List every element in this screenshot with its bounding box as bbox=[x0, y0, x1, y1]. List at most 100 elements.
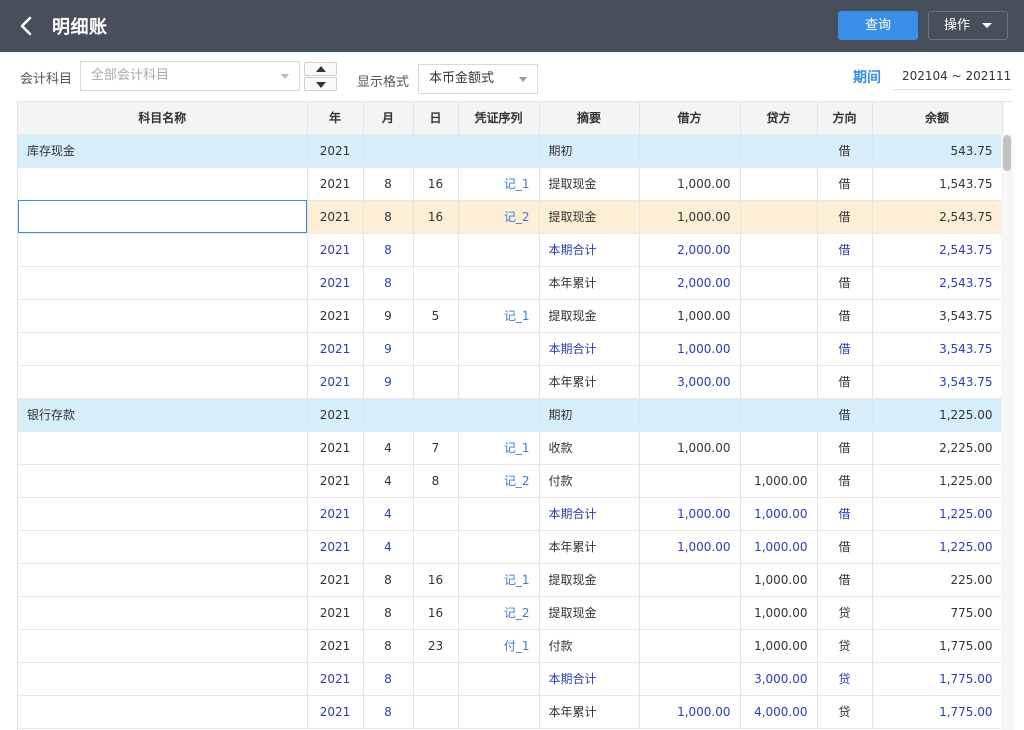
column-header[interactable]: 日 bbox=[413, 102, 459, 135]
account-select[interactable]: 全部会计科目 bbox=[80, 61, 300, 91]
table-row[interactable]: 2021 9 5 记_1 提取现金 1,000.00 借 3,543.75 bbox=[18, 299, 1003, 333]
column-header[interactable]: 凭证序列 bbox=[458, 102, 540, 135]
voucher-link[interactable]: 记_1 bbox=[504, 309, 530, 323]
voucher-link[interactable]: 记_1 bbox=[504, 573, 530, 587]
year-cell: 2021 bbox=[307, 233, 364, 267]
table-row[interactable]: 2021 4 7 记_1 收款 1,000.00 借 2,225.00 bbox=[18, 431, 1003, 465]
vertical-scrollbar-thumb[interactable] bbox=[1003, 135, 1011, 171]
query-button[interactable]: 查询 bbox=[838, 11, 918, 40]
voucher-cell: 付_1 bbox=[458, 629, 540, 663]
credit-cell: 1,000.00 bbox=[740, 563, 818, 597]
account-placeholder: 全部会计科目 bbox=[91, 68, 170, 83]
year-cell: 2021 bbox=[307, 530, 364, 564]
direction-cell: 借 bbox=[817, 563, 873, 597]
credit-cell bbox=[740, 299, 818, 333]
direction-cell: 借 bbox=[817, 431, 873, 465]
back-chevron-icon[interactable] bbox=[14, 12, 40, 40]
format-select[interactable]: 本币金额式 bbox=[418, 64, 538, 94]
table-row[interactable]: 2021 4 本期合计 1,000.00 1,000.00 借 1,225.00 bbox=[18, 497, 1003, 531]
balance-cell: 543.75 bbox=[872, 134, 1003, 168]
column-header[interactable]: 贷方 bbox=[740, 102, 818, 135]
account-name-cell bbox=[18, 431, 308, 465]
table-row[interactable]: 2021 8 16 记_1 提取现金 1,000.00 借 1,543.75 bbox=[18, 167, 1003, 201]
month-cell: 4 bbox=[363, 464, 414, 498]
day-cell bbox=[413, 266, 459, 300]
table-row[interactable]: 2021 8 16 记_1 提取现金 1,000.00 借 225.00 bbox=[18, 563, 1003, 597]
summary-cell: 本年累计 bbox=[539, 530, 640, 564]
account-name-cell bbox=[18, 464, 308, 498]
voucher-cell bbox=[458, 266, 540, 300]
voucher-link[interactable]: 记_1 bbox=[504, 441, 530, 455]
table-row[interactable]: 2021 9 本年累计 3,000.00 借 3,543.75 bbox=[18, 365, 1003, 399]
vertical-scrollbar-track[interactable] bbox=[1001, 134, 1013, 730]
balance-cell: 1,775.00 bbox=[872, 662, 1003, 696]
day-cell: 16 bbox=[413, 563, 459, 597]
month-cell: 4 bbox=[363, 530, 414, 564]
table-row[interactable]: 2021 9 本期合计 1,000.00 借 3,543.75 bbox=[18, 332, 1003, 366]
operations-dropdown-button[interactable]: 操作 bbox=[928, 11, 1008, 40]
credit-cell: 1,000.00 bbox=[740, 497, 818, 531]
year-cell: 2021 bbox=[307, 695, 364, 729]
chevron-down-icon bbox=[281, 74, 289, 79]
day-cell bbox=[413, 662, 459, 696]
year-cell: 2021 bbox=[307, 167, 364, 201]
voucher-cell bbox=[458, 233, 540, 267]
day-cell: 23 bbox=[413, 629, 459, 663]
table-row[interactable]: 2021 4 8 记_2 付款 1,000.00 借 1,225.00 bbox=[18, 464, 1003, 498]
voucher-cell bbox=[458, 332, 540, 366]
debit-cell: 1,000.00 bbox=[639, 695, 741, 729]
account-group-row[interactable]: 库存现金 2021 期初 借 543.75 bbox=[18, 134, 1003, 168]
direction-cell: 借 bbox=[817, 266, 873, 300]
table-row[interactable]: 2021 8 本年累计 1,000.00 4,000.00 贷 1,775.00 bbox=[18, 695, 1003, 729]
table-row[interactable]: 2021 8 16 记_2 提取现金 1,000.00 借 2,543.75 bbox=[18, 200, 1003, 234]
table-row[interactable]: 2021 8 16 记_2 提取现金 1,000.00 贷 775.00 bbox=[18, 596, 1003, 630]
voucher-cell bbox=[458, 530, 540, 564]
voucher-link[interactable]: 付_1 bbox=[504, 639, 530, 653]
voucher-cell: 记_1 bbox=[458, 167, 540, 201]
account-prev-button[interactable] bbox=[304, 62, 337, 76]
table-row[interactable]: 2021 8 本期合计 3,000.00 贷 1,775.00 bbox=[18, 662, 1003, 696]
direction-cell: 借 bbox=[817, 299, 873, 333]
debit-cell bbox=[639, 629, 741, 663]
table-row[interactable]: 2021 8 本期合计 2,000.00 借 2,543.75 bbox=[18, 233, 1003, 267]
column-header[interactable]: 月 bbox=[363, 102, 414, 135]
table-row[interactable]: 2021 4 本年累计 1,000.00 1,000.00 借 1,225.00 bbox=[18, 530, 1003, 564]
year-cell: 2021 bbox=[307, 596, 364, 630]
table-row[interactable]: 2021 8 23 付_1 付款 1,000.00 贷 1,775.00 bbox=[18, 629, 1003, 663]
column-header[interactable]: 余额 bbox=[872, 102, 1003, 135]
year-cell: 2021 bbox=[307, 365, 364, 399]
column-header[interactable]: 方向 bbox=[817, 102, 873, 135]
voucher-link[interactable]: 记_2 bbox=[504, 606, 530, 620]
period-label[interactable]: 期间 bbox=[853, 67, 881, 87]
year-cell: 2021 bbox=[307, 563, 364, 597]
balance-cell: 2,543.75 bbox=[872, 233, 1003, 267]
column-header[interactable]: 科目名称 bbox=[18, 102, 308, 135]
voucher-cell: 记_1 bbox=[458, 563, 540, 597]
account-group-row[interactable]: 银行存款 2021 期初 借 1,225.00 bbox=[18, 398, 1003, 432]
credit-cell bbox=[740, 332, 818, 366]
direction-cell: 借 bbox=[817, 398, 873, 432]
credit-cell bbox=[740, 200, 818, 234]
summary-cell: 本年累计 bbox=[539, 266, 640, 300]
column-header[interactable]: 摘要 bbox=[539, 102, 640, 135]
voucher-cell bbox=[458, 662, 540, 696]
voucher-cell: 记_1 bbox=[458, 299, 540, 333]
voucher-cell: 记_2 bbox=[458, 596, 540, 630]
credit-cell: 4,000.00 bbox=[740, 695, 818, 729]
voucher-cell bbox=[458, 134, 540, 168]
debit-cell bbox=[639, 596, 741, 630]
account-next-button[interactable] bbox=[304, 77, 337, 91]
account-name-cell bbox=[18, 365, 308, 399]
column-header[interactable]: 借方 bbox=[639, 102, 741, 135]
voucher-link[interactable]: 记_2 bbox=[504, 210, 530, 224]
debit-cell: 1,000.00 bbox=[639, 530, 741, 564]
account-name-cell bbox=[18, 530, 308, 564]
month-cell bbox=[363, 134, 414, 168]
table-row[interactable]: 2021 8 本年累计 2,000.00 借 2,543.75 bbox=[18, 266, 1003, 300]
month-cell: 8 bbox=[363, 695, 414, 729]
column-header[interactable]: 年 bbox=[307, 102, 364, 135]
account-name-cell bbox=[18, 662, 308, 696]
voucher-link[interactable]: 记_2 bbox=[504, 474, 530, 488]
period-range-field[interactable]: 202104 ~ 202111 bbox=[893, 62, 1013, 90]
voucher-link[interactable]: 记_1 bbox=[504, 177, 530, 191]
